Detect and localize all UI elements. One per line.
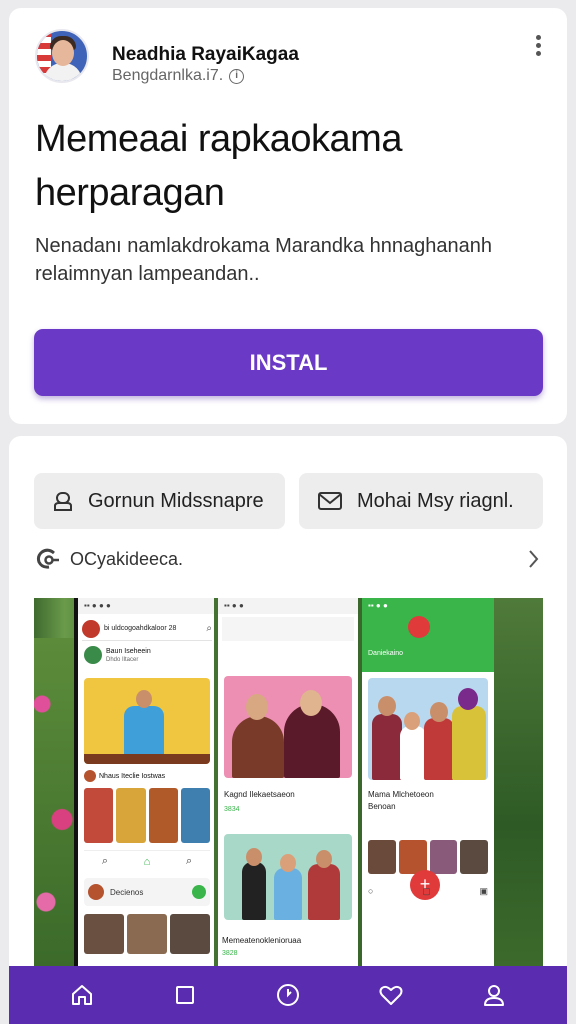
developer-logo-icon <box>36 548 59 569</box>
nav-favorites[interactable] <box>371 975 411 1015</box>
developer-row[interactable]: OCyakideeca. <box>34 546 543 572</box>
bottom-navigation <box>9 966 567 1024</box>
chip-contact-label: Mohai Msy riagnl. <box>357 489 514 512</box>
post-meta: 3834 <box>224 806 240 813</box>
post-meta: Dhdo Iltacer <box>106 657 139 663</box>
user-icon <box>54 492 72 511</box>
profile-icon <box>483 985 504 1006</box>
post-caption: Kagnd Ilekaetsaeon <box>224 790 295 799</box>
chevron-right-icon[interactable] <box>527 548 541 570</box>
developer-name: OCyakideeca. <box>70 548 184 569</box>
post-caption: Mama Mlchetoeon <box>368 790 434 799</box>
screenshot-2[interactable]: ▪▪ ● ● Kagnd Ilekaetsaeon 3834 Memeateno… <box>218 598 358 976</box>
chip-contact[interactable]: Mohai Msy riagnl. <box>299 473 543 529</box>
advertiser-avatar[interactable] <box>35 29 89 83</box>
info-icon[interactable]: i <box>229 68 245 84</box>
install-button[interactable]: INSTAL <box>34 329 543 396</box>
status-bar: ▪▪ ● ● <box>362 598 494 614</box>
nav-profile[interactable] <box>474 975 514 1015</box>
post-image[interactable] <box>224 676 352 778</box>
status-bar: ▪▪ ● ● <box>218 598 358 614</box>
post-footer: Memeatenoklenioruaa <box>222 936 302 945</box>
avatar <box>84 646 102 664</box>
chip-category-label: Gornun Midssnapre <box>88 489 264 512</box>
post-image[interactable] <box>224 834 352 920</box>
heart-icon <box>379 985 403 1005</box>
post-author: Baun Iseheein <box>106 648 151 655</box>
post-image[interactable] <box>368 678 488 780</box>
record-icon[interactable] <box>408 616 430 638</box>
nav-explore[interactable] <box>268 975 308 1015</box>
app-header-title: Daniekaino <box>368 650 404 657</box>
screenshot-3[interactable]: ▪▪ ● ● Daniekaino Mama Mlchetoeon Benoan <box>362 598 494 976</box>
advertiser-name[interactable]: Neadhia RayaiKagaa <box>112 44 299 66</box>
app-card: Gornun Midssnapre Mohai Msy riagnl. OCya… <box>9 436 567 976</box>
nav-home[interactable] <box>62 975 102 1015</box>
nav-library[interactable] <box>165 975 205 1015</box>
mini-tab-bar: ○ ▢ ▣ <box>368 886 488 896</box>
post-caption-2: Benoan <box>368 802 396 811</box>
ad-description: Nenadanı namlakdrokama Marandka hnnaghan… <box>35 235 492 285</box>
post-image[interactable] <box>84 678 210 764</box>
more-options-icon[interactable] <box>533 35 543 61</box>
post-caption: Nhaus Iteclie Iostwas <box>99 772 166 780</box>
list-title: Decienos <box>110 887 144 897</box>
ad-card: Neadhia RayaiKagaa Bengdarnlka.i7. i Mem… <box>9 8 567 424</box>
chip-category[interactable]: Gornun Midssnapre <box>34 473 285 529</box>
avatar <box>82 619 100 638</box>
sponsored-label: Bengdarnlka.i7. i <box>112 67 245 85</box>
compass-icon <box>276 984 299 1006</box>
foliage-decoration <box>34 638 74 968</box>
app-header-title: bi uldcogoahdkaloor 28 <box>104 625 177 632</box>
screenshot-1[interactable]: ▪▪ ● ● ● bi uldcogoahdkaloor 28 ⌕ Baun I… <box>74 598 214 976</box>
square-icon <box>176 986 195 1004</box>
screenshot-carousel[interactable]: ▪▪ ● ● ● bi uldcogoahdkaloor 28 ⌕ Baun I… <box>34 598 543 976</box>
post-footer-meta: 3828 <box>222 950 238 957</box>
status-bar: ▪▪ ● ● ● <box>78 598 214 614</box>
mini-tab-bar: ⌕ ⌂ ⌕ <box>84 850 210 872</box>
search-icon: ⌕ <box>206 623 212 634</box>
foliage-decoration <box>491 598 543 976</box>
mail-icon <box>318 492 342 510</box>
ad-title: Memeaai rapkaokama herparagan <box>35 118 402 214</box>
sponsored-text: Bengdarnlka.i7. <box>112 67 224 84</box>
home-icon <box>72 985 93 1005</box>
